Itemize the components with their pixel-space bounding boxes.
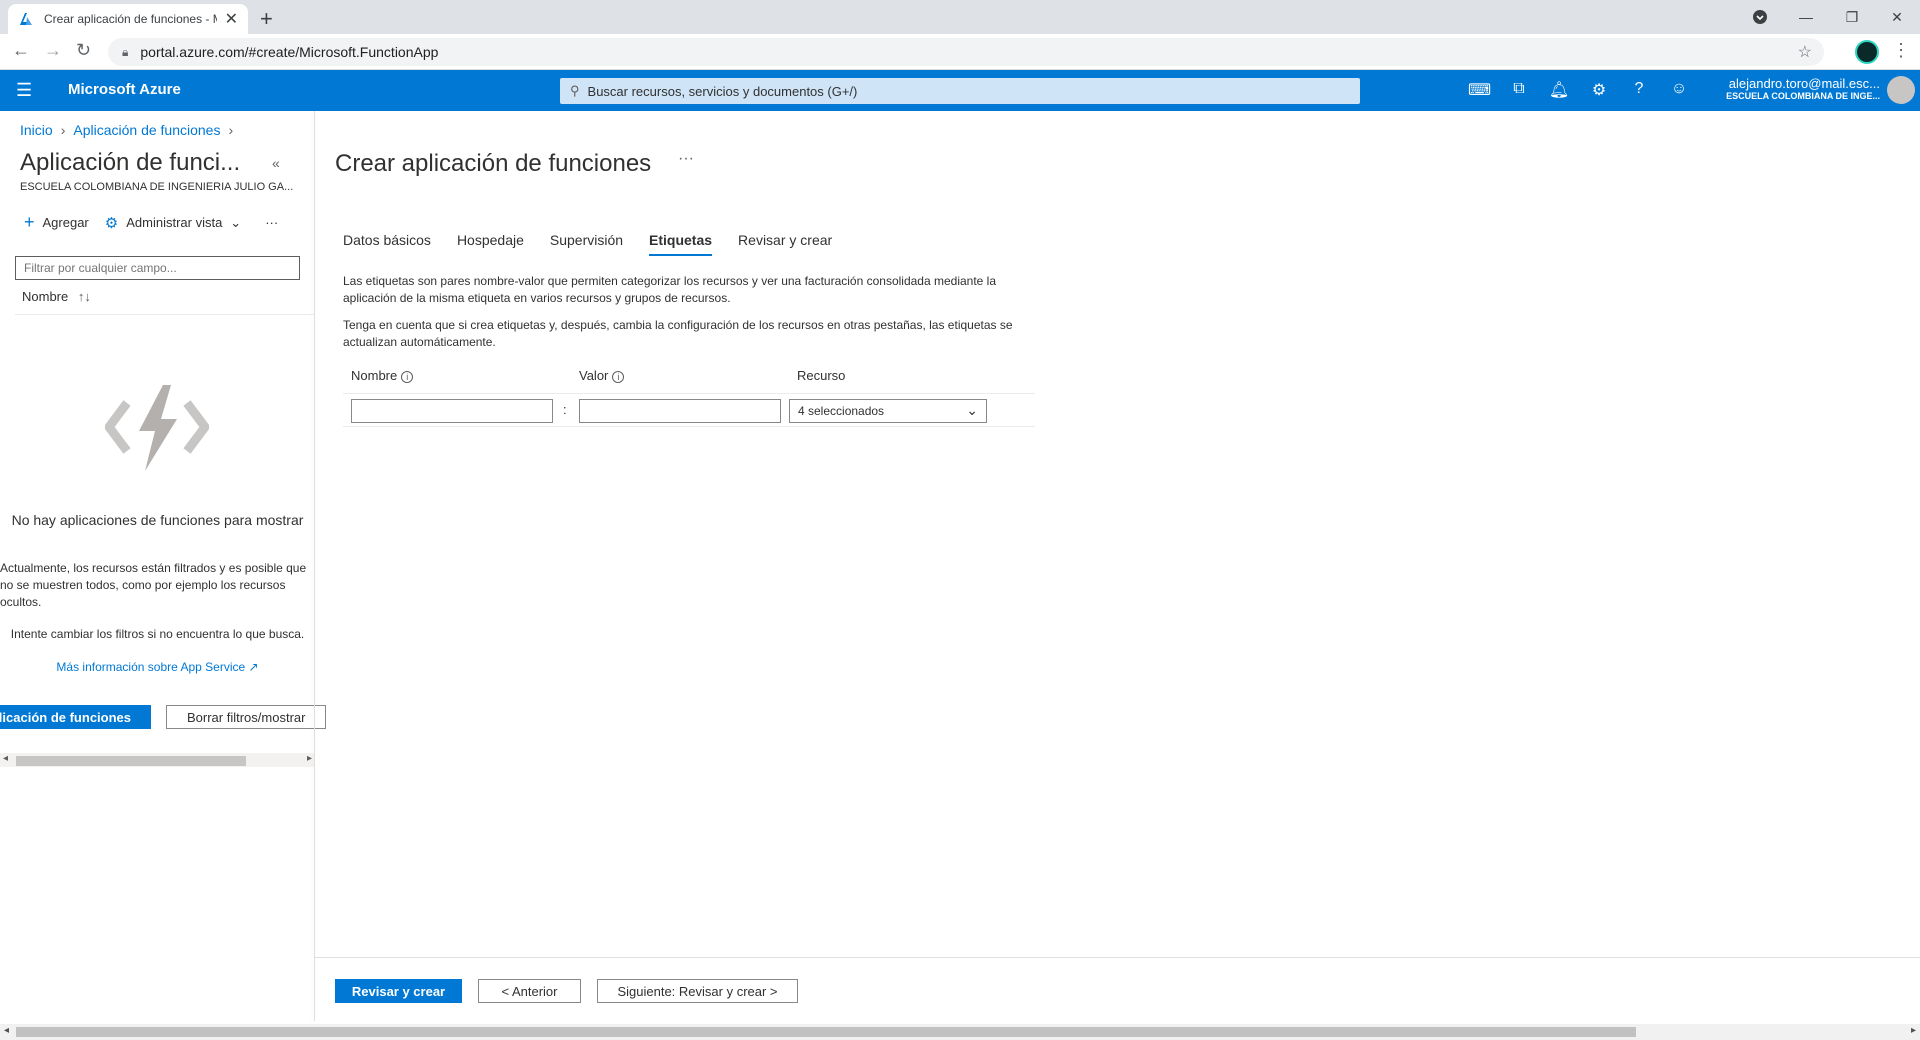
column-name-label: Nombre [351,368,398,383]
close-tab-icon[interactable]: ✕ [225,9,238,29]
tag-name-input[interactable] [351,399,553,423]
scroll-right-icon[interactable]: ▸ [307,753,312,764]
learn-more-link[interactable]: Más información sobre App Service ↗ [0,660,315,674]
filter-input[interactable] [15,256,300,280]
global-search-placeholder: Buscar recursos, servicios y documentos … [587,83,858,99]
info-icon[interactable]: i [401,370,414,383]
sort-icon: ↑↓ [77,289,91,304]
left-blade-subtitle: ESCUELA COLOMBIANA DE INGENIERIA JULIO G… [20,181,294,193]
previous-button[interactable]: < Anterior [478,979,581,1003]
restore-icon[interactable]: ❐ [1829,0,1875,34]
tab-review-create[interactable]: Revisar y crear [738,232,832,256]
add-button[interactable]: Agregar [43,215,89,230]
azure-icon [20,13,32,25]
feedback-smiley-icon[interactable]: ☺ [1668,80,1690,98]
resource-dropdown[interactable]: 4 seleccionados ⌄ [789,399,987,423]
learn-more-label: Más información sobre App Service [56,660,246,674]
left-toolbar: + Agregar ⚙ Administrar vista ⌄ ··· [24,212,278,233]
footer-divider [315,957,1920,958]
wizard-tabs: Datos básicos Hospedaje Supervisión Etiq… [343,232,832,256]
column-value-header: Valor i [579,368,625,383]
column-name-header: Nombre i [351,368,414,383]
empty-state-title: No hay aplicaciones de funciones para mo… [11,512,304,528]
empty-state-description: Actualmente, los recursos están filtrado… [0,561,307,609]
tab-basics[interactable]: Datos básicos [343,232,431,256]
more-options-icon[interactable]: ··· [265,215,278,230]
address-bar: ← → ↻ 🔒︎ portal.azure.com/#create/Micros… [0,34,1920,70]
browser-profile-icon[interactable] [1855,40,1879,64]
global-search-input[interactable]: ⚲ Buscar recursos, servicios y documento… [560,78,1360,104]
close-window-icon[interactable]: ✕ [1874,0,1920,34]
reload-icon[interactable]: ↻ [76,40,91,61]
left-blade: Aplicación de funci... « ESCUELA COLOMBI… [0,111,326,1021]
bookmark-star-icon[interactable]: ☆ [1798,42,1812,62]
browser-tab-title: Crear aplicación de funciones - M [44,12,217,26]
scroll-left-icon[interactable]: ◂ [3,753,8,764]
external-link-icon: ↗ [248,660,259,674]
info-icon[interactable]: i [612,370,625,383]
brand-label[interactable]: Microsoft Azure [68,81,181,98]
scrollbar-thumb[interactable] [16,756,246,766]
column-value-label: Valor [579,368,609,383]
url-field[interactable]: 🔒︎ portal.azure.com/#create/Microsoft.Fu… [108,38,1824,66]
tags-note: Tenga en cuenta que si crea etiquetas y,… [343,318,1013,349]
function-app-icon [105,385,209,471]
user-email: alejandro.toro@mail.esc... [1728,76,1880,91]
browser-tabbar: Crear aplicación de funciones - M ✕ + — … [0,0,1920,34]
next-button[interactable]: Siguiente: Revisar y crear > [597,979,798,1003]
manage-view-button[interactable]: Administrar vista [126,215,222,230]
resource-dropdown-value: 4 seleccionados [798,404,885,418]
left-blade-title: Aplicación de funci... [20,149,241,176]
divider [343,393,1035,394]
chevron-down-icon[interactable]: ⌄ [230,215,241,231]
browser-tab[interactable]: Crear aplicación de funciones - M ✕ [8,4,248,34]
tags-description: Las etiquetas son pares nombre-valor que… [343,274,997,305]
new-tab-icon[interactable]: + [260,6,273,32]
review-create-button[interactable]: Revisar y crear [335,979,462,1003]
scrollbar-thumb[interactable] [16,1027,1636,1037]
chevron-down-icon: ⌄ [966,402,978,418]
column-resource-header: Recurso [797,368,846,383]
tab-tags[interactable]: Etiquetas [649,232,713,256]
azure-header: ☰ Microsoft Azure ⚲ Buscar recursos, ser… [0,70,1920,111]
page-title: Crear aplicación de funciones [335,150,652,177]
divider [15,314,315,315]
page-horizontal-scrollbar[interactable]: ◂ ▸ [0,1024,1920,1040]
url-text: portal.azure.com/#create/Microsoft.Funct… [140,44,439,60]
forward-icon[interactable]: → [44,40,62,61]
settings-gear-icon[interactable]: ⚙ [1588,80,1610,100]
scroll-right-icon[interactable]: ▸ [1911,1025,1916,1036]
tab-search-icon[interactable] [1737,0,1783,34]
blade-divider [314,111,315,1021]
lock-icon: 🔒︎ [122,44,129,59]
plus-icon: + [24,212,35,232]
back-icon[interactable]: ← [12,40,30,61]
horizontal-scrollbar[interactable]: ◂ ▸ [0,753,315,767]
help-icon[interactable]: ? [1628,80,1650,98]
scroll-left-icon[interactable]: ◂ [4,1025,9,1036]
account-menu[interactable]: alejandro.toro@mail.esc... ESCUELA COLOM… [1720,76,1880,101]
tag-value-input[interactable] [579,399,781,423]
avatar[interactable] [1887,76,1915,104]
gear-icon: ⚙ [104,214,119,232]
tab-hosting[interactable]: Hospedaje [457,232,524,256]
cloud-shell-icon[interactable]: ⌨ [1468,80,1491,100]
create-function-app-button[interactable]: plicación de funciones [0,705,151,729]
tab-monitoring[interactable]: Supervisión [550,232,623,256]
directory-filter-icon[interactable]: ⧉ [1508,80,1530,98]
clear-filters-button[interactable]: Borrar filtros/mostrar [166,705,326,729]
search-icon: ⚲ [570,83,580,98]
divider [343,426,1035,427]
empty-state-hint: Intente cambiar los filtros si no encuen… [10,627,305,641]
column-header-label: Nombre [22,289,69,304]
collapse-icon[interactable]: « [272,155,280,171]
more-options-icon[interactable]: ··· [678,150,694,168]
column-header-name[interactable]: Nombre ↑↓ [22,289,91,304]
minimize-icon[interactable]: — [1783,0,1829,34]
user-org: ESCUELA COLOMBIANA DE INGE... [1726,91,1880,101]
browser-menu-icon[interactable]: ⋮ [1892,40,1910,61]
hamburger-menu-icon[interactable]: ☰ [16,80,32,101]
separator-colon: : [563,402,567,417]
notifications-bell-icon[interactable]: 🔔︎ [1548,80,1570,100]
